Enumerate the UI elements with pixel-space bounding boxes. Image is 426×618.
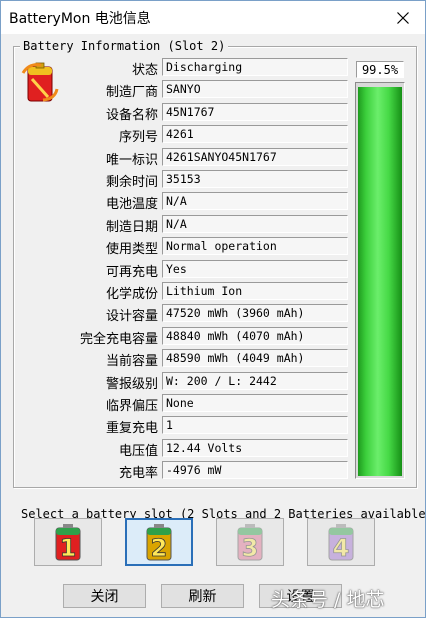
info-row-label: 制造厂商 xyxy=(105,85,158,101)
charge-percent: 99.5% xyxy=(356,61,404,78)
info-row-value: None xyxy=(162,394,348,412)
info-row-label: 序列号 xyxy=(118,130,158,146)
group-legend: Battery Information (Slot 2) xyxy=(20,39,229,53)
info-row-value: -4976 mW xyxy=(162,461,348,480)
info-row-value: 48590 mWh (4049 mAh) xyxy=(162,349,348,368)
battery-icon xyxy=(21,62,59,102)
info-row-value: 47520 mWh (3960 mAh) xyxy=(162,304,348,323)
info-row-value: SANYO xyxy=(162,80,348,99)
info-row-label: 使用类型 xyxy=(105,242,158,258)
info-row-value: Yes xyxy=(162,259,348,278)
window-title: BatteryMon 电池信息 xyxy=(9,11,151,27)
battery-info-window: BatteryMon 电池信息 Battery Information (Slo… xyxy=(0,0,426,618)
slot-button-1[interactable]: 1 xyxy=(34,518,102,566)
close-button[interactable]: 关闭 xyxy=(63,584,146,608)
info-row-label: 剩余时间 xyxy=(105,175,158,190)
info-row-label: 状态 xyxy=(131,63,158,78)
info-row-label: 警报级别 xyxy=(105,376,158,392)
info-row-value: Discharging xyxy=(162,58,348,76)
info-row-value: 4261SANYO45N1767 xyxy=(162,147,348,166)
info-row-value: 45N1767 xyxy=(162,102,348,121)
info-row-label: 临界偏压 xyxy=(105,399,158,414)
info-row-value: N/A xyxy=(162,214,348,233)
info-row-label: 当前容量 xyxy=(105,354,158,370)
info-row-value: 4261 xyxy=(162,125,348,144)
info-row-label: 唯一标识 xyxy=(105,152,158,168)
battery-slot-icon: 3 xyxy=(237,524,263,562)
battery-slot-icon: 4 xyxy=(328,524,354,562)
info-row-label: 充电率 xyxy=(118,466,158,482)
slot-number: 2 xyxy=(151,534,168,562)
close-icon xyxy=(397,11,409,24)
slot-number: 1 xyxy=(60,534,77,562)
watermark: 头条号 / 地芯 xyxy=(271,589,385,611)
slot-number: 3 xyxy=(242,534,259,562)
info-row-label: 电池温度 xyxy=(105,197,158,213)
slot-number: 4 xyxy=(333,534,350,562)
slot-button-2[interactable]: 2 xyxy=(125,518,193,566)
info-row-label: 电压值 xyxy=(118,443,158,459)
info-row-label: 制造日期 xyxy=(105,219,158,235)
battery-slot-icon: 1 xyxy=(55,524,81,562)
close-window-button[interactable] xyxy=(381,1,425,34)
slot-button-4[interactable]: 4 xyxy=(307,518,375,566)
info-row-value: 48840 mWh (4070 mAh) xyxy=(162,326,348,345)
info-row-label: 设计容量 xyxy=(105,309,158,325)
info-row-label: 可再充电 xyxy=(105,264,158,280)
info-row-value: Lithium Ion xyxy=(162,282,348,300)
refresh-button[interactable]: 刷新 xyxy=(161,584,244,608)
info-row-value: 12.44 Volts xyxy=(162,438,348,457)
info-row-label: 重复充电 xyxy=(105,421,158,437)
info-row-value: 1 xyxy=(162,416,348,435)
info-row-label: 化学成份 xyxy=(105,287,158,302)
info-row-value: W: 200 / L: 2442 xyxy=(162,371,348,390)
info-row-label: 设备名称 xyxy=(105,107,158,123)
info-row-value: 35153 xyxy=(162,170,348,188)
charge-level-bar xyxy=(355,82,405,479)
info-row-value: Normal operation xyxy=(162,237,348,256)
battery-slot-icon: 2 xyxy=(146,524,172,562)
info-row-value: N/A xyxy=(162,192,348,211)
charge-level-fill xyxy=(358,87,402,476)
title-bar: BatteryMon 电池信息 xyxy=(1,1,425,34)
info-row-label: 完全充电容量 xyxy=(79,331,158,347)
slot-button-3[interactable]: 3 xyxy=(216,518,284,566)
